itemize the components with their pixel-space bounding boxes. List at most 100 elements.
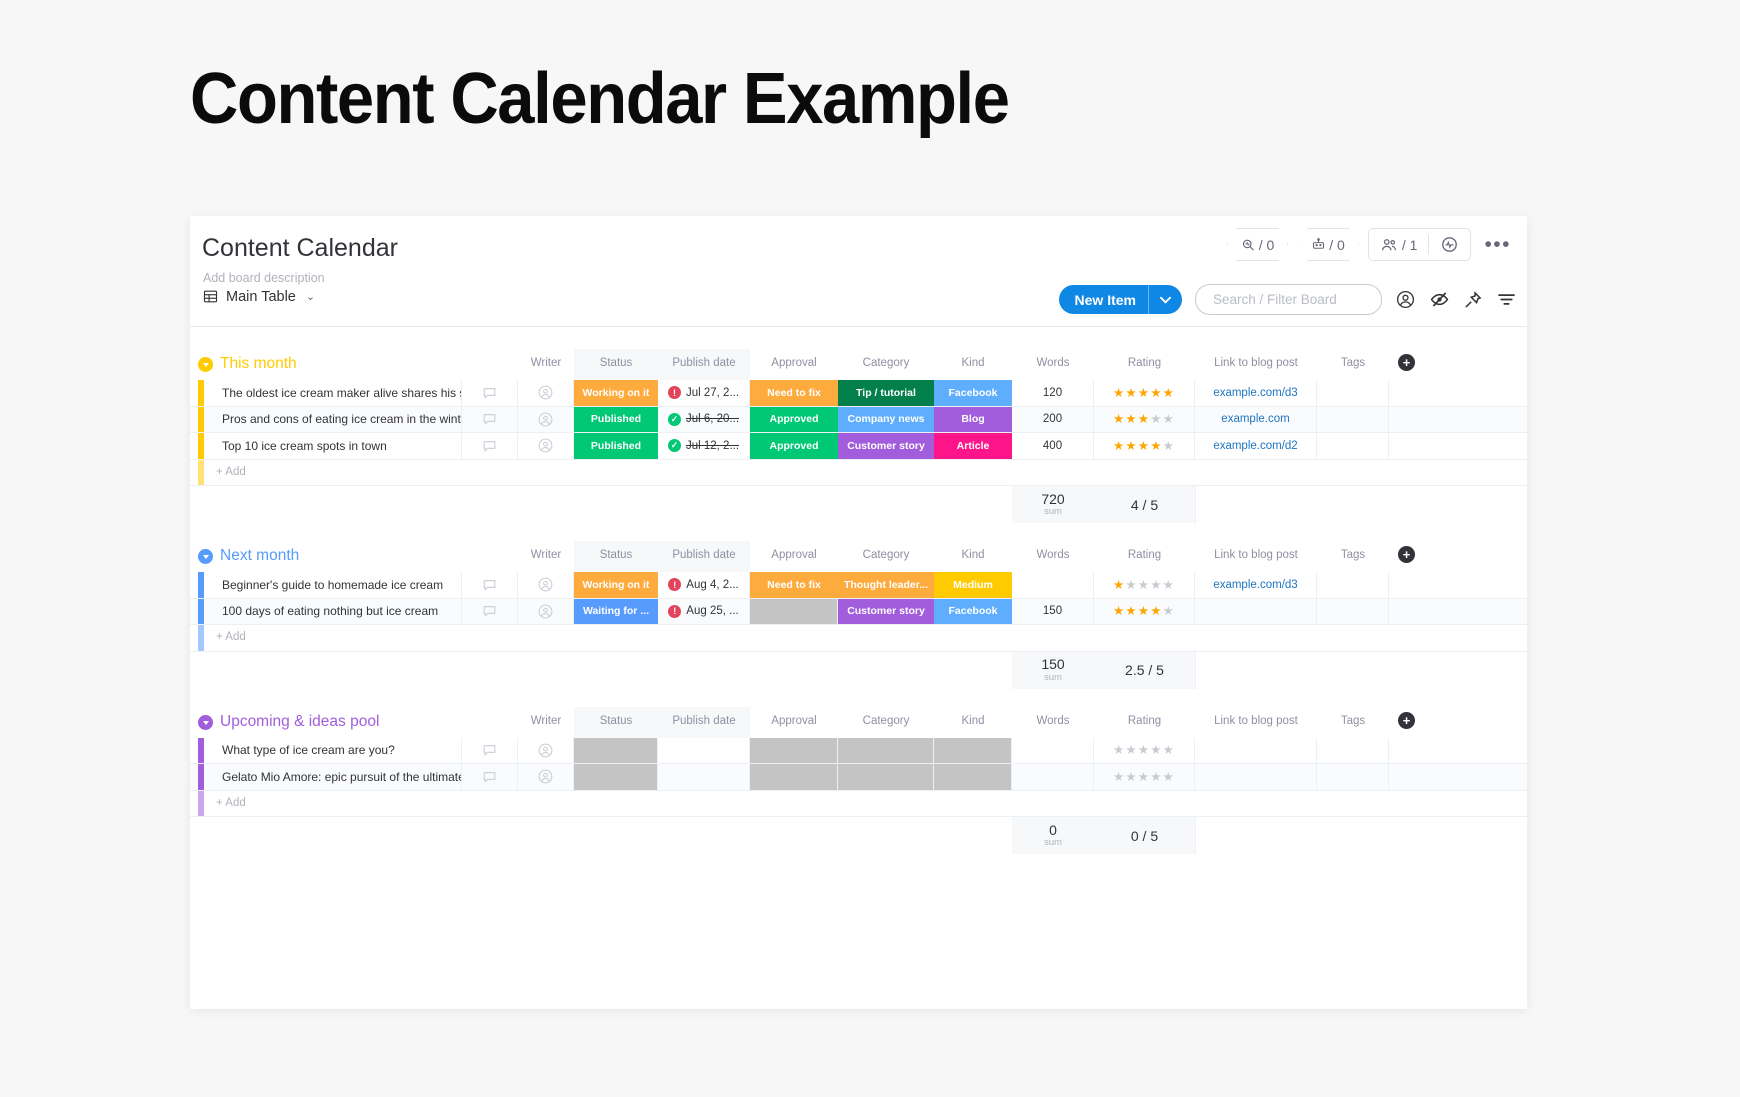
status-cell[interactable]: [574, 737, 658, 763]
approval-cell[interactable]: Approved: [750, 406, 838, 432]
kind-cell[interactable]: Facebook: [934, 598, 1012, 624]
add-item-row[interactable]: + Add: [190, 790, 1527, 817]
writer-cell[interactable]: [518, 764, 574, 790]
writer-cell[interactable]: [518, 406, 574, 432]
rating-stars[interactable]: ★★★★★: [1113, 439, 1175, 453]
tags-cell[interactable]: [1317, 764, 1389, 790]
category-cell[interactable]: Tip / tutorial: [838, 380, 934, 406]
comment-cell[interactable]: [462, 764, 518, 790]
category-cell[interactable]: Company news: [838, 406, 934, 432]
summary-rating-cell[interactable]: 0 / 5: [1094, 817, 1196, 854]
column-header-publish-date[interactable]: Publish date: [658, 357, 750, 369]
new-item-button[interactable]: New Item: [1058, 285, 1182, 314]
category-cell[interactable]: Thought leader...: [838, 572, 934, 598]
column-header-publish-date[interactable]: Publish date: [658, 715, 750, 727]
activity-log-chip[interactable]: / 0: [1227, 228, 1289, 261]
status-cell[interactable]: Working on it: [574, 380, 658, 406]
words-cell[interactable]: [1012, 572, 1094, 598]
hide-eye-icon[interactable]: [1429, 289, 1450, 310]
column-header-category[interactable]: Category: [838, 549, 934, 561]
status-cell[interactable]: [574, 764, 658, 790]
column-header-rating[interactable]: Rating: [1094, 549, 1195, 561]
summary-rating-cell[interactable]: 4 / 5: [1094, 486, 1196, 523]
column-header-kind[interactable]: Kind: [934, 357, 1012, 369]
add-item-label[interactable]: + Add: [216, 631, 246, 643]
comment-cell[interactable]: [462, 572, 518, 598]
link-cell[interactable]: example.com/d3: [1195, 572, 1317, 598]
kind-cell[interactable]: [934, 737, 1012, 763]
words-cell[interactable]: 400: [1012, 433, 1094, 459]
publish-date-cell[interactable]: ✓ Jul 12, 2...: [658, 433, 750, 459]
approval-cell[interactable]: [750, 764, 838, 790]
column-header-link-to-blog-post[interactable]: Link to blog post: [1195, 549, 1317, 561]
column-header-rating[interactable]: Rating: [1094, 715, 1195, 727]
publish-date-cell[interactable]: ✓ Jul 6, 20...: [658, 406, 750, 432]
table-row[interactable]: Pros and cons of eating ice cream in the…: [190, 406, 1527, 433]
search-filter-box[interactable]: [1195, 284, 1382, 315]
writer-cell[interactable]: [518, 380, 574, 406]
kind-cell[interactable]: Medium: [934, 572, 1012, 598]
table-row[interactable]: The oldest ice cream maker alive shares …: [190, 380, 1527, 407]
group-title[interactable]: This month: [220, 355, 297, 373]
column-header-kind[interactable]: Kind: [934, 549, 1012, 561]
link-cell[interactable]: [1195, 737, 1317, 763]
rating-stars[interactable]: ★★★★★: [1113, 578, 1175, 592]
column-header-approval[interactable]: Approval: [750, 357, 838, 369]
column-header-status[interactable]: Status: [574, 715, 658, 727]
column-header-tags[interactable]: Tags: [1317, 357, 1389, 369]
column-header-kind[interactable]: Kind: [934, 715, 1012, 727]
tags-cell[interactable]: [1317, 598, 1389, 624]
words-cell[interactable]: 120: [1012, 380, 1094, 406]
item-name-cell[interactable]: The oldest ice cream maker alive shares …: [212, 380, 462, 406]
comment-cell[interactable]: [462, 406, 518, 432]
column-header-writer[interactable]: Writer: [518, 715, 574, 727]
link-cell[interactable]: example.com: [1195, 406, 1317, 432]
integrations-button[interactable]: [1429, 229, 1470, 260]
rating-cell[interactable]: ★★★★★: [1094, 380, 1195, 406]
rating-stars[interactable]: ★★★★★: [1113, 605, 1175, 618]
add-column-button[interactable]: +: [1398, 711, 1415, 729]
rating-stars[interactable]: ★★★★★: [1113, 744, 1175, 757]
category-cell[interactable]: Customer story: [838, 433, 934, 459]
category-cell[interactable]: [838, 737, 934, 763]
writer-cell[interactable]: [518, 433, 574, 459]
item-name-cell[interactable]: Gelato Mio Amore: epic pursuit of the ul…: [212, 764, 462, 790]
blog-post-link[interactable]: example.com: [1221, 413, 1289, 425]
column-header-link-to-blog-post[interactable]: Link to blog post: [1195, 357, 1317, 369]
group-title[interactable]: Next month: [220, 547, 299, 565]
rating-cell[interactable]: ★★★★★: [1094, 572, 1195, 598]
kind-cell[interactable]: Blog: [934, 406, 1012, 432]
column-header-words[interactable]: Words: [1012, 715, 1094, 727]
approval-cell[interactable]: Need to fix: [750, 572, 838, 598]
approval-cell[interactable]: Need to fix: [750, 380, 838, 406]
add-item-label[interactable]: + Add: [216, 797, 246, 809]
filter-icon[interactable]: [1496, 289, 1517, 310]
words-cell[interactable]: 200: [1012, 406, 1094, 432]
group-title[interactable]: Upcoming & ideas pool: [220, 713, 379, 731]
column-header-category[interactable]: Category: [838, 715, 934, 727]
column-header-writer[interactable]: Writer: [518, 357, 574, 369]
column-header-rating[interactable]: Rating: [1094, 357, 1195, 369]
status-cell[interactable]: Published: [574, 406, 658, 432]
table-row[interactable]: Top 10 ice cream spots in town Published ✓…: [190, 433, 1527, 460]
rating-cell[interactable]: ★★★★★: [1094, 598, 1195, 624]
status-cell[interactable]: Published: [574, 433, 658, 459]
tags-cell[interactable]: [1317, 737, 1389, 763]
column-header-category[interactable]: Category: [838, 357, 934, 369]
category-cell[interactable]: [838, 764, 934, 790]
column-header-words[interactable]: Words: [1012, 357, 1094, 369]
rating-cell[interactable]: ★★★★★: [1094, 433, 1195, 459]
column-header-link-to-blog-post[interactable]: Link to blog post: [1195, 715, 1317, 727]
table-row[interactable]: Beginner's guide to homemade ice cream Wo…: [190, 572, 1527, 599]
kind-cell[interactable]: Facebook: [934, 380, 1012, 406]
rating-cell[interactable]: ★★★★★: [1094, 737, 1195, 763]
kind-cell[interactable]: [934, 764, 1012, 790]
rating-cell[interactable]: ★★★★★: [1094, 764, 1195, 790]
column-header-publish-date[interactable]: Publish date: [658, 549, 750, 561]
rating-stars[interactable]: ★★★★★: [1113, 413, 1175, 426]
rating-cell[interactable]: ★★★★★: [1094, 406, 1195, 432]
tags-cell[interactable]: [1317, 572, 1389, 598]
add-column-button[interactable]: +: [1398, 354, 1415, 371]
publish-date-cell[interactable]: [658, 737, 750, 763]
tags-cell[interactable]: [1317, 433, 1389, 459]
